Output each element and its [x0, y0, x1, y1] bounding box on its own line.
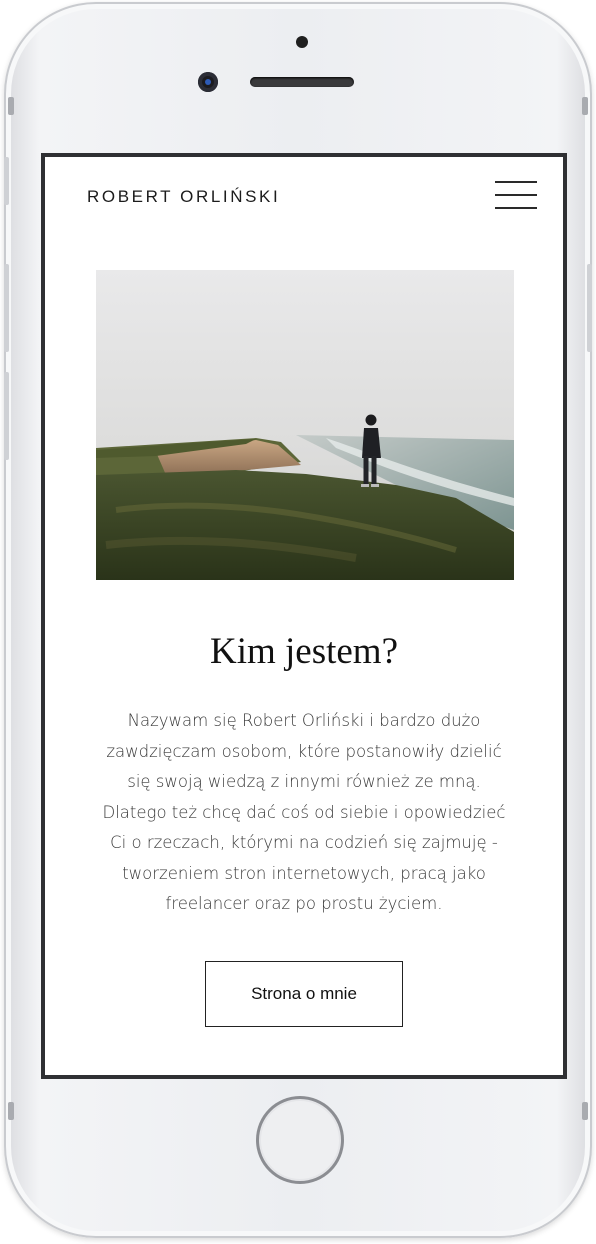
earpiece-speaker	[250, 77, 354, 87]
proximity-sensor	[296, 36, 308, 48]
menu-line	[495, 207, 537, 209]
antenna-band	[8, 1102, 14, 1120]
hamburger-menu-icon[interactable]	[495, 179, 537, 211]
volume-up-button	[4, 264, 9, 352]
paragraph-line: freelancer oraz po prostu życiem.	[165, 894, 443, 913]
front-camera-icon	[198, 72, 218, 92]
menu-line	[495, 181, 537, 183]
paragraph-line: tworzeniem stron internetowych, pracą ja…	[122, 863, 486, 883]
phone-screen: ROBERT ORLIŃSKI Kim jestem? Nazywam się …	[41, 153, 567, 1079]
about-paragraph: Nazywam się Robert Orliński i bardzo duż…	[91, 706, 517, 920]
site-brand[interactable]: ROBERT ORLIŃSKI	[87, 187, 280, 207]
paragraph-line: Ci o rzeczach, którymi na codzień się za…	[110, 833, 498, 852]
phone-frame: ROBERT ORLIŃSKI Kim jestem? Nazywam się …	[4, 2, 592, 1238]
antenna-band	[582, 1102, 588, 1120]
about-me-button[interactable]: Strona o mnie	[205, 961, 403, 1027]
paragraph-line: się swoją wiedzą z innymi również ze mną…	[127, 772, 481, 791]
volume-down-button	[4, 372, 9, 460]
antenna-band	[582, 97, 588, 115]
menu-line	[495, 194, 537, 196]
paragraph-line: Dlatego też chcę dać coś od siebie i opo…	[102, 802, 506, 822]
mute-switch	[4, 157, 9, 205]
about-title: Kim jestem?	[209, 631, 399, 672]
paragraph-line: zawdzięczam osobom, które postanowiły dz…	[106, 741, 502, 761]
power-button	[587, 264, 592, 352]
home-button[interactable]	[256, 1096, 344, 1184]
antenna-band	[8, 97, 14, 115]
cliff-photo-illustration	[96, 270, 514, 580]
hero-photo	[96, 270, 514, 580]
paragraph-line: Nazywam się Robert Orliński i bardzo duż…	[127, 711, 481, 730]
